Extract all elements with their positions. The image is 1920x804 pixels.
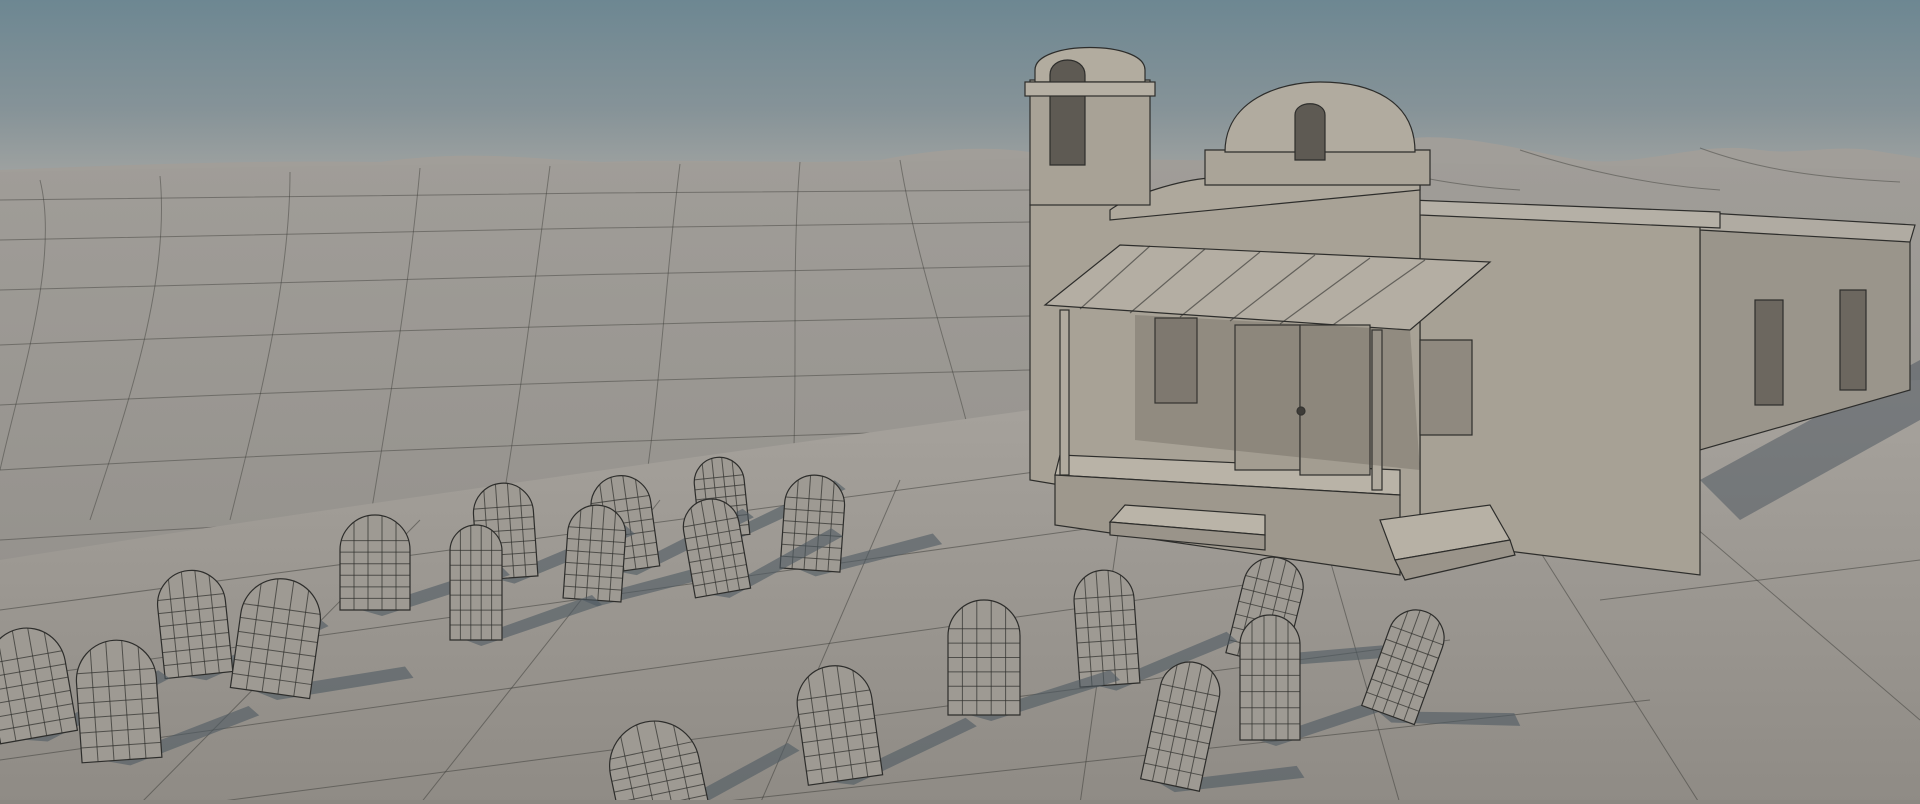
side-window-1 bbox=[1754, 299, 1784, 406]
render-scene bbox=[0, 0, 1920, 804]
tombstone-body bbox=[339, 514, 411, 611]
dome-window bbox=[1294, 103, 1326, 161]
bell-tower-ledge bbox=[1024, 81, 1156, 97]
porch-post-left bbox=[1059, 309, 1070, 476]
bell-tower bbox=[1029, 79, 1151, 206]
side-window-2 bbox=[1839, 289, 1867, 391]
bell-tower-opening bbox=[1049, 59, 1086, 166]
bottom-edge bbox=[0, 800, 1920, 804]
tombstone-body bbox=[1239, 614, 1301, 741]
front-window-right bbox=[1419, 339, 1473, 436]
tombstone-body bbox=[449, 524, 503, 641]
tombstone-body bbox=[75, 639, 163, 764]
